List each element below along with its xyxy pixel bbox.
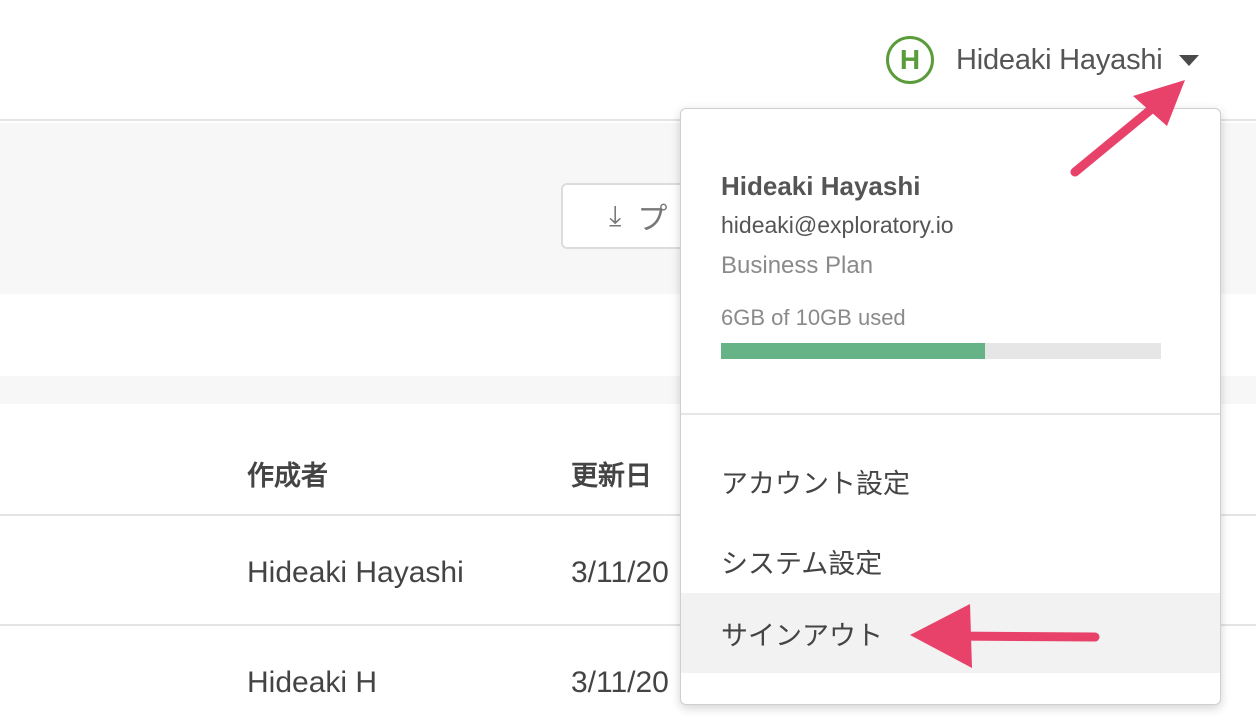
row-updated: 3/11/20 — [571, 666, 669, 699]
menu-divider — [681, 413, 1220, 415]
row-author: Hideaki H — [247, 666, 378, 699]
user-avatar: H — [886, 36, 934, 84]
storage-usage-fill — [721, 343, 985, 359]
row-updated: 3/11/20 — [571, 556, 669, 589]
menu-item-sign-out[interactable]: サインアウト — [681, 593, 1220, 673]
download-icon: ⤓ — [609, 199, 622, 231]
profile-name: Hideaki Hayashi — [721, 171, 921, 201]
storage-usage-text: 6GB of 10GB used — [721, 305, 906, 330]
profile-email: hideaki@exploratory.io — [721, 212, 954, 238]
header-user-name: Hideaki Hayashi — [956, 43, 1163, 76]
user-dropdown-menu: Hideaki Hayashi hideaki@exploratory.io B… — [680, 108, 1221, 705]
row-author: Hideaki Hayashi — [247, 556, 464, 589]
column-header-author[interactable]: 作成者 — [247, 454, 328, 493]
menu-item-system-settings[interactable]: システム設定 — [681, 521, 1220, 601]
profile-plan: Business Plan — [721, 252, 874, 279]
chevron-down-icon — [1178, 54, 1199, 66]
user-menu-toggle[interactable]: H Hideaki Hayashi — [886, 36, 1199, 84]
menu-item-account-settings[interactable]: アカウント設定 — [681, 441, 1220, 521]
storage-usage-bar — [721, 343, 1161, 359]
column-header-updated[interactable]: 更新日 — [571, 454, 652, 493]
app-header: H Hideaki Hayashi — [0, 0, 1256, 121]
download-button-label: プ — [637, 203, 668, 236]
